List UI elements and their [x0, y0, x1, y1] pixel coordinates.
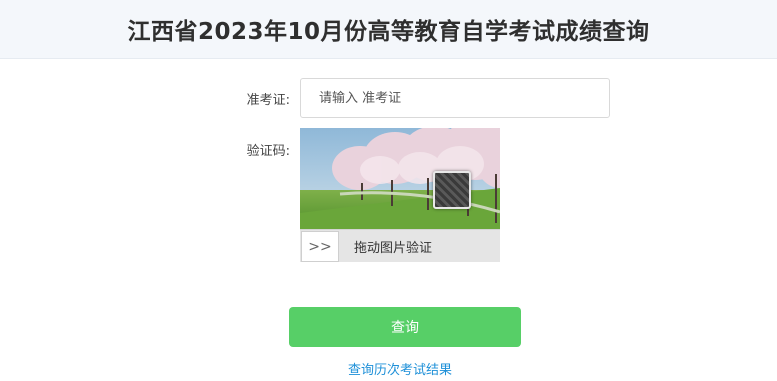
captcha-label: 验证码: [246, 144, 290, 159]
captcha-puzzle-piece [433, 171, 471, 209]
page-title: 江西省2023年10月份高等教育自学考试成绩查询 [127, 19, 650, 45]
captcha-slider-text: 拖动图片验证 [354, 241, 433, 256]
ticket-number-input[interactable] [300, 78, 610, 118]
query-button[interactable]: 查询 [289, 307, 521, 347]
page-header: 江西省2023年10月份高等教育自学考试成绩查询 [0, 0, 777, 59]
history-results-link[interactable]: 查询历次考试结果 [0, 359, 777, 378]
captcha-slider-handle[interactable]: >> [301, 231, 339, 262]
captcha-slider-track: >> 拖动图片验证 [300, 229, 500, 262]
ticket-label: 准考证: [246, 93, 290, 108]
captcha-image [300, 128, 500, 229]
double-chevron-right-icon: >> [308, 238, 332, 255]
slider-captcha: >> 拖动图片验证 [300, 128, 500, 262]
